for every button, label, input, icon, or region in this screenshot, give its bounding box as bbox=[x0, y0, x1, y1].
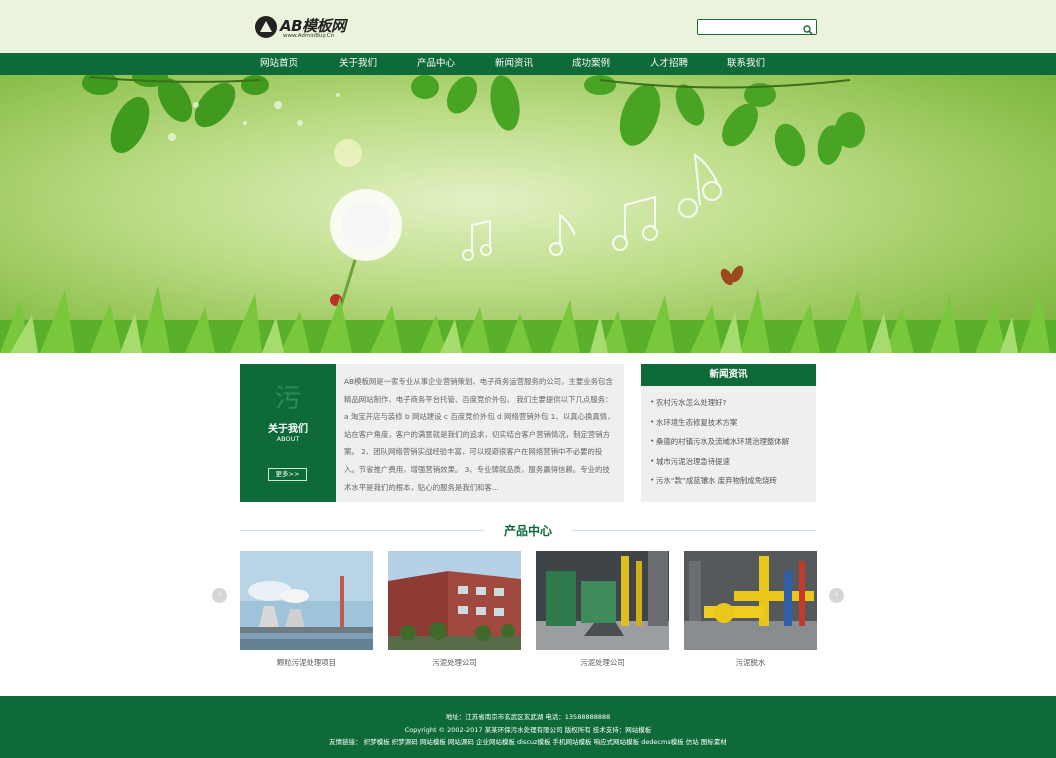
logo[interactable]: AB模板网 www.AdminBuy.Cn bbox=[255, 14, 375, 42]
news-title: 新闻资讯 bbox=[641, 364, 816, 386]
section-divider-right bbox=[572, 530, 816, 531]
news-item-label: 城市污泥治理急待提速 bbox=[656, 457, 730, 466]
nav-item-cases[interactable]: 成功案例 bbox=[556, 53, 626, 75]
product-card[interactable]: 污泥处理公司 bbox=[536, 551, 669, 668]
logo-subtext: www.AdminBuy.Cn bbox=[283, 33, 335, 39]
hero-banner[interactable] bbox=[0, 75, 1056, 353]
next-arrow-icon[interactable]: › bbox=[829, 588, 844, 603]
footer-address: 地址：江苏省南京市玄武区玄武湖 电话：13588888888 bbox=[445, 713, 611, 721]
news-item[interactable]: 城市污泥治理急待提速 bbox=[650, 456, 810, 467]
nav-item-news[interactable]: 新闻资讯 bbox=[479, 53, 549, 75]
news-item[interactable]: 水环境生态修复技术方案 bbox=[650, 417, 810, 428]
about-text: AB模板网是一家专业从事企业营销策划、电子商务运营服务的公司，主要业务包含精品网… bbox=[336, 364, 624, 502]
about-more-button[interactable]: 更多>> bbox=[268, 468, 307, 481]
about-box: 污 关于我们 ABOUT 更多>> bbox=[240, 364, 336, 502]
about-decorative-char: 污 bbox=[274, 384, 301, 414]
product-card[interactable]: 污泥处理公司 bbox=[388, 551, 521, 668]
factory-building-photo bbox=[388, 551, 521, 650]
nav-item-jobs[interactable]: 人才招聘 bbox=[634, 53, 704, 75]
banner-illustration bbox=[0, 75, 1056, 353]
nav-item-contact[interactable]: 联系我们 bbox=[711, 53, 781, 75]
footer-links[interactable]: 友情链接： 织梦模板 织梦源码 网站模板 网站源码 企业网站模板 discuz模… bbox=[0, 736, 1056, 746]
search-icon[interactable] bbox=[802, 21, 814, 35]
nav-item-products[interactable]: 产品中心 bbox=[401, 53, 471, 75]
news-panel: 新闻资讯 农村污水怎么处理好? 水环境生态修复技术方案 桑德的村镇污水及流域水环… bbox=[641, 364, 816, 502]
product-card[interactable]: 颗粒污泥处理项目 bbox=[240, 551, 373, 668]
nav-item-home[interactable]: 网站首页 bbox=[244, 53, 314, 75]
products-title: 产品中心 bbox=[503, 524, 552, 538]
yellow-pipes-photo bbox=[684, 551, 817, 650]
power-plant-photo bbox=[240, 551, 373, 650]
industrial-machine-photo bbox=[536, 551, 669, 650]
product-caption: 污泥脱水 bbox=[735, 658, 766, 667]
search-box bbox=[697, 19, 817, 35]
news-item[interactable]: 污水“款”成蓝镶水 废弃物制成免烧砖 bbox=[650, 475, 810, 486]
product-caption: 颗粒污泥处理项目 bbox=[276, 658, 337, 667]
nav-item-about[interactable]: 关于我们 bbox=[323, 53, 393, 75]
header: AB模板网 www.AdminBuy.Cn bbox=[0, 0, 1056, 53]
about-title: 关于我们 bbox=[268, 424, 308, 435]
news-item-label: 农村污水怎么处理好? bbox=[656, 398, 727, 407]
about-subtitle: ABOUT bbox=[276, 435, 300, 443]
main-nav: 网站首页 关于我们 产品中心 新闻资讯 成功案例 人才招聘 联系我们 bbox=[0, 53, 1056, 75]
section-divider-left bbox=[240, 530, 484, 531]
search-input[interactable] bbox=[702, 21, 800, 33]
product-caption: 污泥处理公司 bbox=[432, 658, 477, 667]
news-item[interactable]: 桑德的村镇污水及流域水环境治理整体解 bbox=[650, 436, 810, 447]
logo-mark-icon bbox=[255, 16, 277, 38]
footer-copyright: Copyright © 2002-2017 某某环保污水处理有限公司 版权所有 … bbox=[404, 726, 652, 734]
news-item-label: 水环境生态修复技术方案 bbox=[656, 418, 738, 427]
product-caption: 污泥处理公司 bbox=[580, 658, 625, 667]
prev-arrow-icon[interactable]: ‹ bbox=[212, 588, 227, 603]
news-item-label: 污水“款”成蓝镶水 废弃物制成免烧砖 bbox=[656, 476, 777, 485]
news-item-label: 桑德的村镇污水及流域水环境治理整体解 bbox=[656, 437, 790, 446]
product-card[interactable]: 污泥脱水 bbox=[684, 551, 817, 668]
footer: 地址：江苏省南京市玄武区玄武湖 电话：13588888888 Copyright… bbox=[0, 696, 1056, 758]
news-item[interactable]: 农村污水怎么处理好? bbox=[650, 397, 810, 408]
